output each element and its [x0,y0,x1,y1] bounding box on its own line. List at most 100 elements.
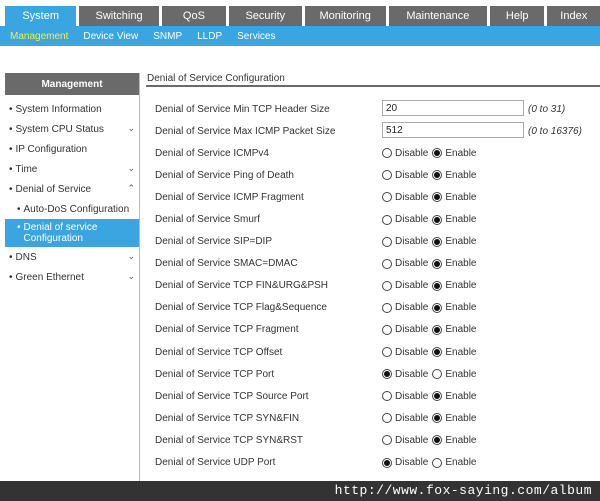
bullet-icon: • [9,143,13,155]
config-row-label: Denial of Service TCP Source Port [155,390,309,402]
bullet-icon: • [9,271,13,283]
sidebar-item-label: Time [15,163,38,175]
config-row: Denial of Service Min TCP Header Size (0… [146,98,600,120]
subnav-management[interactable]: Management [10,31,68,42]
config-row-label: Denial of Service Smurf [155,214,261,226]
disable-enable-group: Disable Enable [382,214,481,225]
enable-radio[interactable] [432,369,443,380]
disable-label: Disable [395,457,429,469]
enable-radio[interactable] [432,236,443,247]
sidebar-item-label[interactable]: Auto-DoS Configuration [24,204,130,215]
tab-monitoring[interactable]: Monitoring [304,6,386,26]
enable-radio[interactable] [432,324,443,335]
enable-label: Enable [445,214,477,226]
config-row-label: Denial of Service ICMP Fragment [155,191,304,203]
disable-radio[interactable] [382,302,392,313]
enable-radio[interactable] [432,302,443,313]
config-row: Denial of Service Smurf Disable Enable [146,208,600,230]
enable-radio[interactable] [432,457,443,468]
subnav-services[interactable]: Services [237,31,275,42]
disable-label: Disable [395,412,429,424]
enable-radio[interactable] [432,214,443,225]
sidebar-item-system-information[interactable]: • System Information [5,99,139,119]
min-tcp-header-size-range: (0 to 31) [528,103,566,115]
config-rows: Denial of Service Min TCP Header Size (0… [146,87,600,474]
tab-index[interactable]: Index [547,6,600,26]
config-row-label: Denial of Service TCP Offset [155,346,283,358]
enable-label: Enable [445,169,477,181]
disable-radio[interactable] [382,280,392,291]
enable-label: Enable [445,390,477,402]
sidebar-item-green-ethernet[interactable]: • Green Ethernet ⌄ [5,267,139,287]
chevron-down-icon: ⌄ [127,251,135,261]
enable-label: Enable [445,236,477,248]
sidebar-item-label: System CPU Status [15,123,104,135]
sidebar-item-system-cpu-status[interactable]: • System CPU Status ⌄ [5,119,139,139]
chevron-down-icon: ⌄ [127,271,135,281]
config-row: Denial of Service SIP=DIP Disable Enable [146,231,600,253]
enable-radio[interactable] [432,391,443,402]
tab-switching[interactable]: Switching [79,6,159,26]
radio-rows: Denial of Service ICMPv4 Disable Enable Den… [146,142,600,473]
config-row-label: Denial of Service TCP SYN&RST [155,434,304,446]
disable-label: Disable [395,280,429,292]
disable-radio[interactable] [382,413,392,424]
config-row: Denial of Service TCP Offset Disable Enabl… [146,341,600,363]
bullet-icon: • [9,103,13,115]
chevron-up-icon: ⌃ [127,183,135,193]
watermark-url: http://www.fox-saying.com/album [334,483,592,498]
disable-radio[interactable] [382,457,392,468]
disable-radio[interactable] [382,258,392,269]
bullet-icon: • [17,222,21,233]
sidebar-item-label: Green Ethernet [15,271,84,283]
config-row: Denial of Service ICMP Fragment Disable En… [146,186,600,208]
enable-radio[interactable] [432,192,443,203]
disable-radio[interactable] [382,236,392,247]
max-icmp-packet-size-input[interactable] [382,122,524,139]
disable-radio[interactable] [382,192,392,203]
sidebar-item-label: Denial of service Configuration [23,222,98,244]
tab-qos[interactable]: QoS [161,6,227,26]
config-row: Denial of Service UDP Port Disable Enable [146,452,600,474]
disable-enable-group: Disable Enable [382,369,481,380]
sidebar-item-denial-of-service[interactable]: • Denial of Service ⌃ [5,179,139,199]
tab-help[interactable]: Help [489,6,545,26]
sidebar-item-denial-of-service-configuration[interactable]: • Denial of service Configuration [5,219,139,247]
enable-radio[interactable] [432,347,443,358]
disable-radio[interactable] [382,347,392,358]
enable-radio[interactable] [432,280,443,291]
disable-radio[interactable] [382,148,392,159]
disable-radio[interactable] [382,435,392,446]
disable-label: Disable [395,258,429,270]
enable-radio[interactable] [432,435,443,446]
subnav-snmp[interactable]: SNMP [153,31,182,42]
disable-radio[interactable] [382,214,392,225]
tab-system[interactable]: System [5,6,77,26]
enable-radio[interactable] [432,148,443,159]
sidebar-item-dns[interactable]: • DNS ⌄ [5,247,139,267]
config-row: Denial of Service Max ICMP Packet Size (… [146,120,600,142]
tab-maintenance[interactable]: Maintenance [388,6,487,26]
sidebar-item-time[interactable]: • Time ⌄ [5,159,139,179]
subnav-device-view[interactable]: Device View [83,31,138,42]
disable-radio[interactable] [382,391,392,402]
disable-radio[interactable] [382,170,392,181]
config-row: Denial of Service TCP FIN&URG&PSH Disable… [146,275,600,297]
enable-radio[interactable] [432,258,443,269]
min-tcp-header-size-input[interactable] [382,100,524,116]
disable-radio[interactable] [382,369,392,380]
tab-security[interactable]: Security [229,6,302,26]
enable-radio[interactable] [432,170,443,181]
disable-radio[interactable] [382,324,392,335]
enable-label: Enable [445,346,477,358]
config-row-label: Denial of Service Ping of Death [155,169,294,181]
sidebar-item-ip-configuration[interactable]: • IP Configuration [5,139,139,159]
sidebar-item-auto-dos-configuration[interactable]: • Auto-DoS Configuration [5,199,139,219]
enable-radio[interactable] [432,413,443,424]
max-icmp-packet-size-range: (0 to 16376) [528,125,582,137]
main-panel: Denial of Service Configuration Denial o… [146,73,600,474]
subnav-lldp[interactable]: LLDP [197,31,222,42]
config-row: Denial of Service TCP Fragment Disable Ena… [146,319,600,341]
disable-enable-group: Disable Enable [382,302,481,313]
max-icmp-packet-size-label: Denial of Service Max ICMP Packet Size [155,125,336,137]
